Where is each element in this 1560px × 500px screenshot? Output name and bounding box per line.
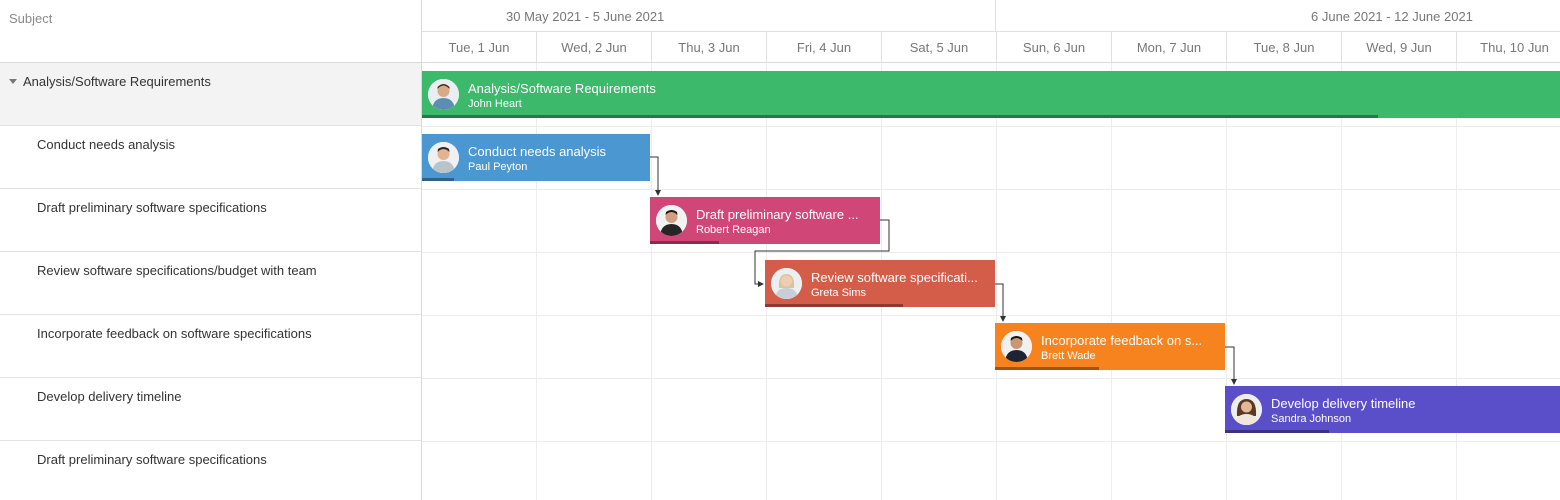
tree-row-incorporate[interactable]: Incorporate feedback on software specifi…: [0, 315, 421, 378]
task-title: Conduct needs analysis: [468, 144, 607, 159]
tree-row-draft-2[interactable]: Draft preliminary software specification…: [0, 441, 421, 500]
avatar-john-heart: [428, 79, 459, 110]
task-bar-incorporate[interactable]: Incorporate feedback on s... Brett Wade: [995, 323, 1225, 370]
task-progress: [765, 304, 903, 307]
tree-row-label: Review software specifications/budget wi…: [37, 263, 317, 278]
tree-row-label: Analysis/Software Requirements: [23, 74, 211, 89]
task-owner: Robert Reagan: [696, 224, 771, 236]
avatar-greta-sims: [771, 268, 802, 299]
task-owner: Brett Wade: [1041, 350, 1096, 362]
task-title: Draft preliminary software ...: [696, 207, 859, 222]
task-tree-list: Subject Analysis/Software Requirements C…: [0, 0, 422, 500]
task-progress: [1225, 430, 1329, 433]
dependency-line: [1225, 346, 1237, 385]
gantt-chart: Subject Analysis/Software Requirements C…: [0, 0, 1560, 500]
tree-row-label: Conduct needs analysis: [37, 137, 176, 152]
task-owner: Paul Peyton: [468, 161, 528, 173]
timeline-area: 30 May 2021 - 5 June 2021 6 June 2021 - …: [422, 0, 1560, 500]
task-title: Analysis/Software Requirements: [468, 81, 656, 96]
task-bar-draft[interactable]: Draft preliminary software ... Robert Re…: [650, 197, 880, 244]
task-owner: John Heart: [468, 98, 522, 110]
task-progress: [422, 115, 1378, 118]
task-title: Develop delivery timeline: [1271, 396, 1416, 411]
task-owner: Sandra Johnson: [1271, 413, 1352, 425]
dependency-line: [995, 283, 1006, 322]
tree-header[interactable]: Subject: [0, 0, 421, 63]
tree-row-develop[interactable]: Develop delivery timeline: [0, 378, 421, 441]
task-title: Review software specificati...: [811, 270, 978, 285]
tree-row-draft[interactable]: Draft preliminary software specification…: [0, 189, 421, 252]
tree-row-label: Draft preliminary software specification…: [37, 200, 267, 215]
avatar-robert-reagan: [656, 205, 687, 236]
collapse-arrow-icon[interactable]: [9, 79, 17, 84]
avatar-brett-wade: [1001, 331, 1032, 362]
tree-row-label: Incorporate feedback on software specifi…: [37, 326, 312, 341]
tree-row-label: Develop delivery timeline: [37, 389, 182, 404]
dependency-line: [650, 156, 661, 196]
task-bar-develop[interactable]: Develop delivery timeline Sandra Johnson: [1225, 386, 1560, 433]
task-progress: [995, 367, 1099, 370]
task-bar-analysis[interactable]: Analysis/Software Requirements John Hear…: [422, 71, 1560, 118]
task-bar-conduct[interactable]: Conduct needs analysis Paul Peyton: [422, 134, 650, 181]
avatar-paul-peyton: [428, 142, 459, 173]
task-title: Incorporate feedback on s...: [1041, 333, 1203, 348]
tree-row-conduct[interactable]: Conduct needs analysis: [0, 126, 421, 189]
task-progress: [650, 241, 719, 244]
task-owner: Greta Sims: [811, 287, 867, 299]
tree-row-label: Draft preliminary software specification…: [37, 452, 267, 467]
task-bar-review[interactable]: Review software specificati... Greta Sim…: [765, 260, 995, 307]
tree-row-analysis[interactable]: Analysis/Software Requirements: [0, 63, 421, 126]
subject-column-header[interactable]: Subject: [9, 11, 52, 26]
tree-row-review[interactable]: Review software specifications/budget wi…: [0, 252, 421, 315]
task-progress: [422, 178, 454, 181]
avatar-sandra-johnson: [1231, 394, 1262, 425]
